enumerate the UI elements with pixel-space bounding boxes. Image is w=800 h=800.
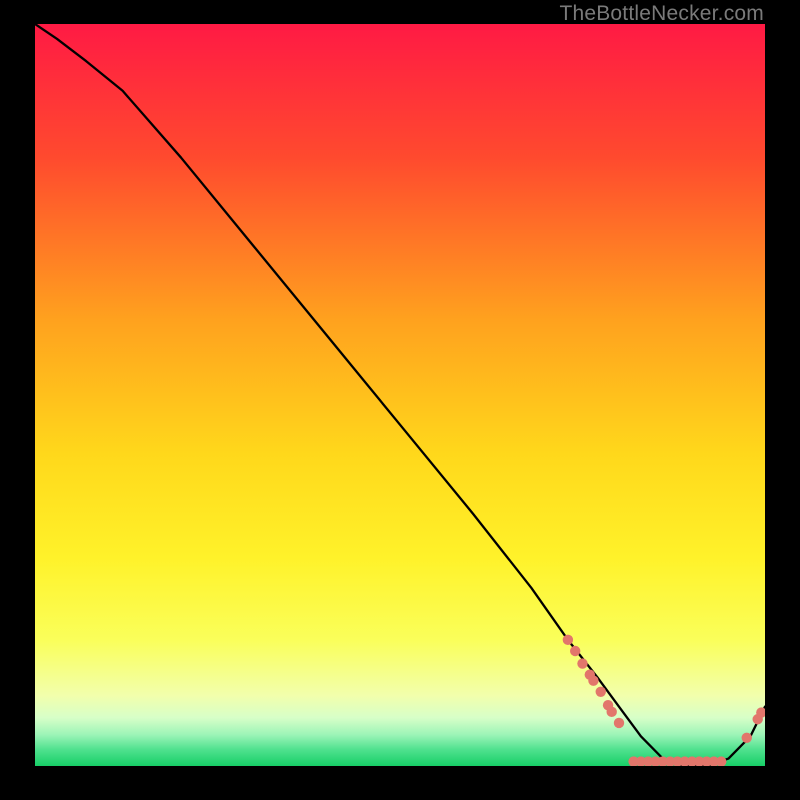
- chart-stage: TheBottleNecker.com: [0, 0, 800, 800]
- data-markers: [563, 635, 765, 766]
- data-point: [563, 635, 573, 645]
- bottleneck-curve: [35, 24, 765, 766]
- plot-area: [35, 24, 765, 766]
- data-point: [588, 675, 598, 685]
- watermark-text: TheBottleNecker.com: [559, 2, 764, 26]
- curve-path: [35, 24, 765, 766]
- data-point: [614, 718, 624, 728]
- data-point: [716, 756, 726, 766]
- data-point: [570, 646, 580, 656]
- data-point: [742, 733, 752, 743]
- data-point: [596, 687, 606, 697]
- chart-svg: [35, 24, 765, 766]
- data-point: [607, 707, 617, 717]
- data-point: [577, 658, 587, 668]
